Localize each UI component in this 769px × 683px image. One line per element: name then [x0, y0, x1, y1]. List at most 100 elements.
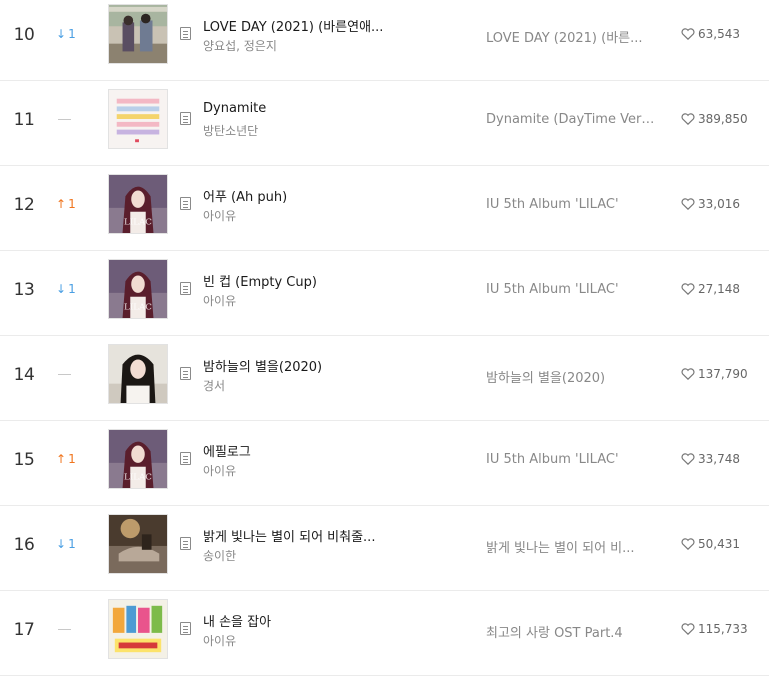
like-button[interactable]: 50,431 — [681, 537, 740, 551]
chart-row: 17 내 손을 잡아 아이유 최고의 사랑 OST Part.4 115,733 — [0, 591, 769, 676]
rank-change — [56, 367, 71, 381]
song-title[interactable]: 에필로그 — [203, 441, 251, 460]
artist-name[interactable]: 송이한 — [203, 547, 236, 564]
artist-name[interactable]: 방탄소년단 — [203, 122, 258, 139]
chart-list: 10 ↓ 1 LOVE DAY (2021) (바른연애... 양요섭, 정은지… — [0, 0, 769, 683]
like-button[interactable]: 63,543 — [681, 27, 740, 41]
heart-icon — [681, 28, 695, 40]
artist-name[interactable]: 아이유 — [203, 207, 236, 224]
like-count: 137,790 — [698, 367, 748, 381]
chart-row: 16 ↓ 1 밝게 빛나는 별이 되어 비춰줄... 송이한 밝게 빛나는 별이… — [0, 506, 769, 591]
lovebirds-cover-art — [109, 5, 167, 63]
rank-change: ↓ 1 — [56, 27, 76, 41]
rank-change-value: 1 — [68, 537, 76, 551]
lyrics-icon[interactable] — [180, 197, 191, 210]
svg-text:LILAC: LILAC — [124, 472, 152, 482]
chart-row: 10 ↓ 1 LOVE DAY (2021) (바른연애... 양요섭, 정은지… — [0, 0, 769, 81]
rank-number: 10 — [13, 25, 35, 45]
rank-change: ↑ 1 — [56, 452, 76, 466]
artist-name[interactable]: 아이유 — [203, 462, 236, 479]
song-title[interactable]: LOVE DAY (2021) (바른연애... — [203, 16, 383, 35]
rank-down-icon: ↓ — [56, 537, 67, 551]
artist-name[interactable]: 아이유 — [203, 632, 236, 649]
rank-down-icon: ↓ — [56, 282, 67, 296]
song-title[interactable]: 빈 컵 (Empty Cup) — [203, 271, 317, 290]
album-title[interactable]: Dynamite (DayTime Versi... — [486, 112, 658, 127]
like-count: 50,431 — [698, 537, 740, 551]
album-cover[interactable] — [108, 514, 168, 574]
rank-up-icon: ↑ — [56, 197, 67, 211]
rank-change — [56, 112, 71, 126]
album-cover[interactable]: LILAC — [108, 174, 168, 234]
like-count: 63,543 — [698, 27, 740, 41]
song-title[interactable]: 내 손을 잡아 — [203, 611, 271, 630]
lilac-cover-art: LILAC — [109, 430, 167, 488]
heart-icon — [681, 113, 695, 125]
album-title[interactable]: IU 5th Album 'LILAC' — [486, 197, 619, 212]
svg-text:LILAC: LILAC — [124, 302, 152, 312]
album-title[interactable]: 최고의 사랑 OST Part.4 — [486, 622, 623, 641]
chart-row: 15 ↑ 1 LILAC 에필로그 아이유 IU 5th Album 'LILA… — [0, 421, 769, 506]
rank-number: 13 — [13, 280, 35, 300]
song-title[interactable]: Dynamite — [203, 101, 266, 116]
rank-number: 14 — [13, 365, 35, 385]
chart-row: 13 ↓ 1 LILAC 빈 컵 (Empty Cup) 아이유 IU 5th … — [0, 251, 769, 336]
stars-cover-art — [109, 345, 167, 403]
rank-change-value: 1 — [68, 27, 76, 41]
heart-icon — [681, 538, 695, 550]
lyrics-icon[interactable] — [180, 282, 191, 295]
album-cover[interactable]: LILAC — [108, 259, 168, 319]
rank-unchanged-icon — [58, 119, 71, 120]
lyrics-icon[interactable] — [180, 537, 191, 550]
like-button[interactable]: 137,790 — [681, 367, 748, 381]
album-title[interactable]: 밝게 빛나는 별이 되어 비... — [486, 537, 635, 556]
like-button[interactable]: 115,733 — [681, 622, 748, 636]
rank-change: ↓ 1 — [56, 282, 76, 296]
album-title[interactable]: LOVE DAY (2021) (바른... — [486, 27, 643, 46]
like-button[interactable]: 389,850 — [681, 112, 748, 126]
bestlove-cover-art — [109, 600, 167, 658]
lilac-cover-art: LILAC — [109, 175, 167, 233]
song-title[interactable]: 밝게 빛나는 별이 되어 비춰줄... — [203, 526, 375, 545]
album-title[interactable]: 밤하늘의 별을(2020) — [486, 367, 605, 386]
lyrics-icon[interactable] — [180, 367, 191, 380]
like-count: 115,733 — [698, 622, 748, 636]
rank-change-value: 1 — [68, 282, 76, 296]
heart-icon — [681, 623, 695, 635]
album-cover[interactable] — [108, 4, 168, 64]
chart-row: 12 ↑ 1 LILAC 어푸 (Ah puh) 아이유 IU 5th Albu… — [0, 166, 769, 251]
artist-name[interactable]: 양요섭, 정은지 — [203, 37, 277, 54]
like-count: 33,748 — [698, 452, 740, 466]
heart-icon — [681, 368, 695, 380]
song-title[interactable]: 밤하늘의 별을(2020) — [203, 356, 322, 375]
album-cover[interactable] — [108, 89, 168, 149]
rank-number: 15 — [13, 450, 35, 470]
rank-down-icon: ↓ — [56, 27, 67, 41]
like-button[interactable]: 33,016 — [681, 197, 740, 211]
album-cover[interactable]: LILAC — [108, 429, 168, 489]
lyrics-icon[interactable] — [180, 452, 191, 465]
lyrics-icon[interactable] — [180, 27, 191, 40]
artist-name[interactable]: 아이유 — [203, 292, 236, 309]
like-button[interactable]: 33,748 — [681, 452, 740, 466]
dynamite-cover-art — [109, 90, 167, 148]
album-cover[interactable] — [108, 344, 168, 404]
lyrics-icon[interactable] — [180, 112, 191, 125]
rank-number: 16 — [13, 535, 35, 555]
rank-change: ↓ 1 — [56, 537, 76, 551]
rank-change — [56, 622, 71, 636]
like-count: 389,850 — [698, 112, 748, 126]
chart-row: 14 밤하늘의 별을(2020) 경서 밤하늘의 별을(2020) 137,79… — [0, 336, 769, 421]
album-title[interactable]: IU 5th Album 'LILAC' — [486, 452, 619, 467]
rank-number: 12 — [13, 195, 35, 215]
rank-change: ↑ 1 — [56, 197, 76, 211]
lyrics-icon[interactable] — [180, 622, 191, 635]
song-title[interactable]: 어푸 (Ah puh) — [203, 186, 287, 205]
album-cover[interactable] — [108, 599, 168, 659]
heart-icon — [681, 283, 695, 295]
rank-number: 17 — [13, 620, 35, 640]
like-button[interactable]: 27,148 — [681, 282, 740, 296]
lilac-cover-art: LILAC — [109, 260, 167, 318]
album-title[interactable]: IU 5th Album 'LILAC' — [486, 282, 619, 297]
artist-name[interactable]: 경서 — [203, 377, 225, 394]
